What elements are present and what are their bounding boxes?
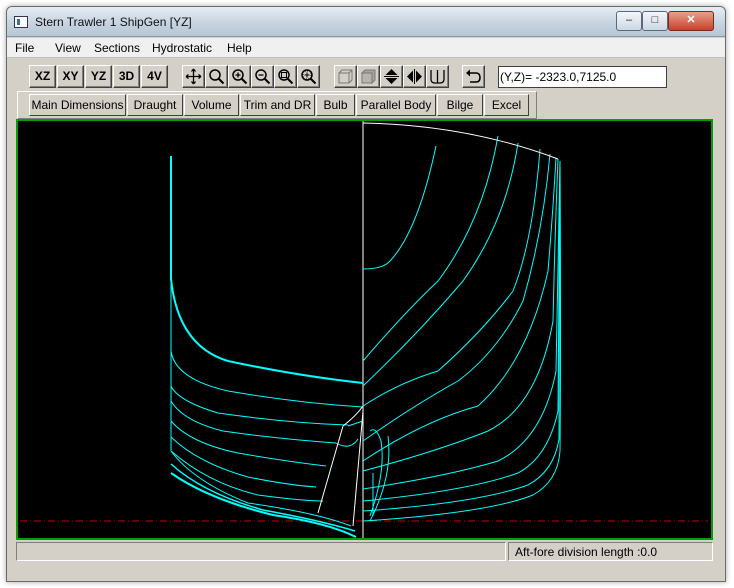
cube-solid-icon[interactable]	[357, 65, 380, 88]
app-icon[interactable]	[14, 16, 28, 28]
aft-station-lines	[170, 156, 364, 538]
volume-button[interactable]: Volume	[184, 94, 239, 116]
parallel-body-button[interactable]: Parallel Body	[356, 94, 436, 116]
drawing-canvas[interactable]	[16, 119, 713, 540]
status-left-panel	[16, 542, 506, 561]
zoom-window-icon[interactable]	[274, 65, 297, 88]
minimize-button[interactable]: –	[616, 11, 642, 31]
excel-button[interactable]: Excel	[484, 94, 529, 116]
maximize-button[interactable]: □	[642, 11, 668, 31]
main-dimensions-button[interactable]: Main Dimensions	[29, 94, 126, 116]
bilge-button[interactable]: Bilge	[437, 94, 483, 116]
trim-and-dr-button[interactable]: Trim and DR	[240, 94, 315, 116]
section-icon[interactable]	[426, 65, 449, 88]
close-button[interactable]: ✕	[668, 11, 714, 31]
draught-button[interactable]: Draught	[127, 94, 183, 116]
zoom-out-icon[interactable]	[251, 65, 274, 88]
coordinate-readout: (Y,Z)= -2323.0,7125.0	[498, 66, 667, 88]
view-4v-button[interactable]: 4V	[141, 65, 168, 88]
view-xy-button[interactable]: XY	[57, 65, 84, 88]
menu-file[interactable]: File	[15, 41, 34, 55]
menu-sections[interactable]: Sections	[94, 41, 140, 55]
zoom-extents-icon[interactable]	[297, 65, 320, 88]
menu-bar: File View Sections Hydrostatic Help	[7, 38, 725, 58]
bulb-button[interactable]: Bulb	[316, 94, 355, 116]
status-division-length: Aft-fore division length :0.0	[508, 542, 713, 561]
deck-line	[362, 122, 559, 160]
undo-icon[interactable]	[462, 65, 485, 88]
view-3d-button[interactable]: 3D	[113, 65, 140, 88]
zoom-in-icon[interactable]	[228, 65, 251, 88]
zoom-icon[interactable]	[205, 65, 228, 88]
view-yz-button[interactable]: YZ	[85, 65, 112, 88]
move-icon[interactable]	[182, 65, 205, 88]
title-bar[interactable]: Stern Trawler 1 ShipGen [YZ] – □ ✕	[7, 7, 725, 37]
view-toolbar: XZ XY YZ 3D 4V (Y,Z)= -2323.0,7125.0	[7, 59, 725, 91]
hull-body-plan	[20, 121, 708, 538]
window-title: Stern Trawler 1 ShipGen [YZ]	[35, 15, 192, 29]
app-window: Stern Trawler 1 ShipGen [YZ] – □ ✕ File …	[6, 6, 726, 582]
status-bar: Aft-fore division length :0.0	[16, 542, 713, 561]
menu-view[interactable]: View	[55, 41, 81, 55]
flip-horizontal-icon[interactable]	[403, 65, 426, 88]
menu-hydrostatic[interactable]: Hydrostatic	[152, 41, 212, 55]
flip-vertical-icon[interactable]	[380, 65, 403, 88]
view-xz-button[interactable]: XZ	[29, 65, 56, 88]
command-toolbar: Main Dimensions Draught Volume Trim and …	[17, 91, 537, 119]
fore-station-lines	[362, 135, 561, 522]
cube-wire-icon[interactable]	[334, 65, 357, 88]
menu-help[interactable]: Help	[227, 41, 252, 55]
